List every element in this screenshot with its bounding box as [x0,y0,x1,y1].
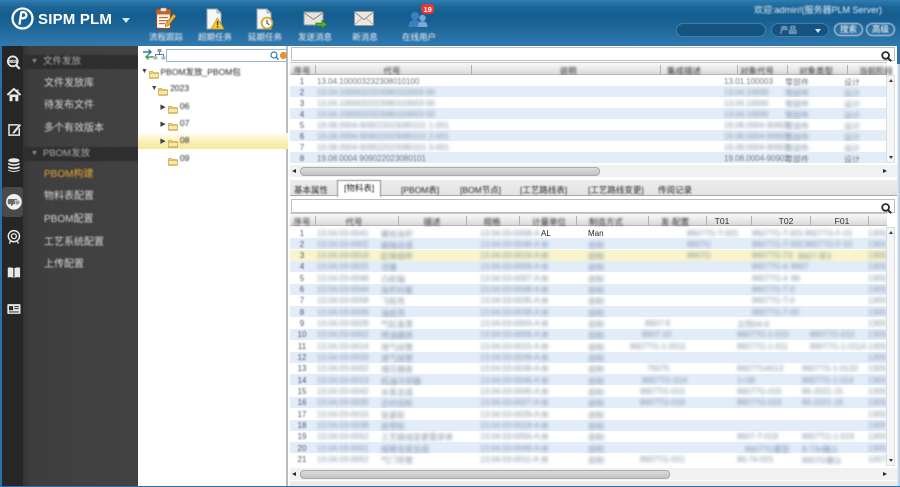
svg-text:GUID: GUID [9,60,16,64]
